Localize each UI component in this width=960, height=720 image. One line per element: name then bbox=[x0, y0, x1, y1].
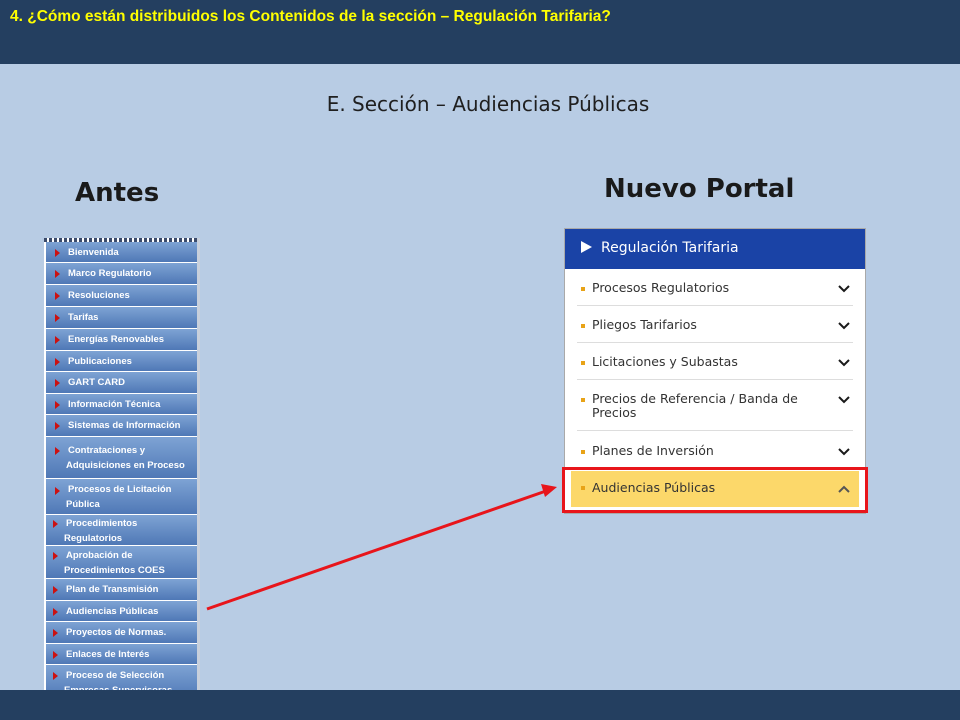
chevron-down-icon[interactable] bbox=[837, 281, 851, 295]
triangle-right-icon bbox=[55, 358, 60, 366]
old-menu-item[interactable]: Procesos de Licitación Pública bbox=[46, 479, 197, 515]
old-menu-item[interactable]: Energías Renovables bbox=[46, 329, 197, 351]
triangle-right-icon bbox=[53, 629, 58, 637]
triangle-right-icon bbox=[53, 552, 58, 560]
triangle-right-icon bbox=[53, 586, 58, 594]
old-menu-item[interactable]: Marco Regulatorio bbox=[46, 263, 197, 285]
bullet-icon bbox=[581, 398, 585, 402]
new-portal-menu: Regulación Tarifaria Procesos Regulatori… bbox=[564, 228, 866, 514]
old-menu-item[interactable]: Aprobación de Procedimientos COES bbox=[46, 546, 197, 579]
triangle-right-icon bbox=[55, 270, 60, 278]
triangle-right-icon bbox=[55, 401, 60, 409]
old-menu-item[interactable]: Sistemas de Información bbox=[46, 415, 197, 437]
triangle-right-icon bbox=[55, 336, 60, 344]
old-menu-item[interactable]: GART CARD bbox=[46, 372, 197, 394]
play-triangle-icon bbox=[581, 241, 592, 253]
new-menu-header[interactable]: Regulación Tarifaria bbox=[565, 229, 865, 269]
chevron-down-icon[interactable] bbox=[837, 392, 851, 406]
old-menu-item[interactable]: Resoluciones bbox=[46, 285, 197, 307]
bullet-icon bbox=[581, 361, 585, 365]
triangle-right-icon bbox=[55, 314, 60, 322]
divider bbox=[577, 379, 853, 380]
old-menu-item[interactable]: Contrataciones y Adquisiciones en Proceso bbox=[46, 437, 197, 479]
triangle-right-icon bbox=[53, 608, 58, 616]
menu-item-procesos-regulatorios[interactable]: Procesos Regulatorios bbox=[571, 281, 859, 299]
triangle-right-icon bbox=[53, 672, 58, 680]
chevron-down-icon[interactable] bbox=[837, 318, 851, 332]
chevron-down-icon[interactable] bbox=[837, 355, 851, 369]
old-menu-item[interactable]: Bienvenida bbox=[46, 242, 197, 263]
bullet-icon bbox=[581, 324, 585, 328]
before-label: Antes bbox=[75, 178, 160, 208]
triangle-right-icon bbox=[55, 447, 60, 455]
chevron-down-icon[interactable] bbox=[837, 444, 851, 458]
old-menu-item[interactable]: Tarifas bbox=[46, 307, 197, 329]
triangle-right-icon bbox=[55, 487, 60, 495]
triangle-right-icon bbox=[55, 249, 60, 257]
menu-item-audiencias-publicas[interactable]: Audiencias Públicas bbox=[571, 471, 859, 507]
bottom-bar bbox=[0, 690, 960, 720]
bullet-icon bbox=[581, 287, 585, 291]
menu-item-precios-referencia[interactable]: Precios de Referencia / Banda de Precios bbox=[571, 392, 859, 424]
divider bbox=[577, 342, 853, 343]
triangle-right-icon bbox=[55, 379, 60, 387]
menu-item-pliegos-tarifarios[interactable]: Pliegos Tarifarios bbox=[571, 318, 859, 336]
triangle-right-icon bbox=[53, 651, 58, 659]
bullet-icon bbox=[581, 486, 585, 490]
old-menu-item[interactable]: Proyectos de Normas. bbox=[46, 622, 197, 644]
slide-title: 4. ¿Cómo están distribuidos los Contenid… bbox=[10, 8, 611, 25]
triangle-right-icon bbox=[55, 292, 60, 300]
menu-item-licitaciones-subastas[interactable]: Licitaciones y Subastas bbox=[571, 355, 859, 373]
old-menu-item[interactable]: Enlaces de Interés bbox=[46, 644, 197, 665]
triangle-right-icon bbox=[55, 422, 60, 430]
old-menu-item[interactable]: Plan de Transmisión bbox=[46, 579, 197, 601]
bullet-icon bbox=[581, 450, 585, 454]
old-menu-item[interactable]: Audiencias Públicas bbox=[46, 601, 197, 622]
old-menu-item[interactable]: Publicaciones bbox=[46, 351, 197, 372]
triangle-right-icon bbox=[53, 520, 58, 528]
old-menu-item[interactable]: Procedimientos Regulatorios bbox=[46, 515, 197, 546]
top-bar: 4. ¿Cómo están distribuidos los Contenid… bbox=[0, 0, 960, 64]
divider bbox=[577, 430, 853, 431]
new-portal-label: Nuevo Portal bbox=[604, 174, 795, 204]
chevron-up-icon[interactable] bbox=[837, 482, 851, 496]
old-menu-item[interactable]: Información Técnica bbox=[46, 394, 197, 415]
old-sidebar-menu: Bienvenida Marco Regulatorio Resolucione… bbox=[44, 238, 200, 700]
section-heading: E. Sección – Audiencias Públicas bbox=[326, 92, 650, 116]
divider bbox=[577, 305, 853, 306]
menu-item-planes-inversion[interactable]: Planes de Inversión bbox=[571, 444, 859, 462]
